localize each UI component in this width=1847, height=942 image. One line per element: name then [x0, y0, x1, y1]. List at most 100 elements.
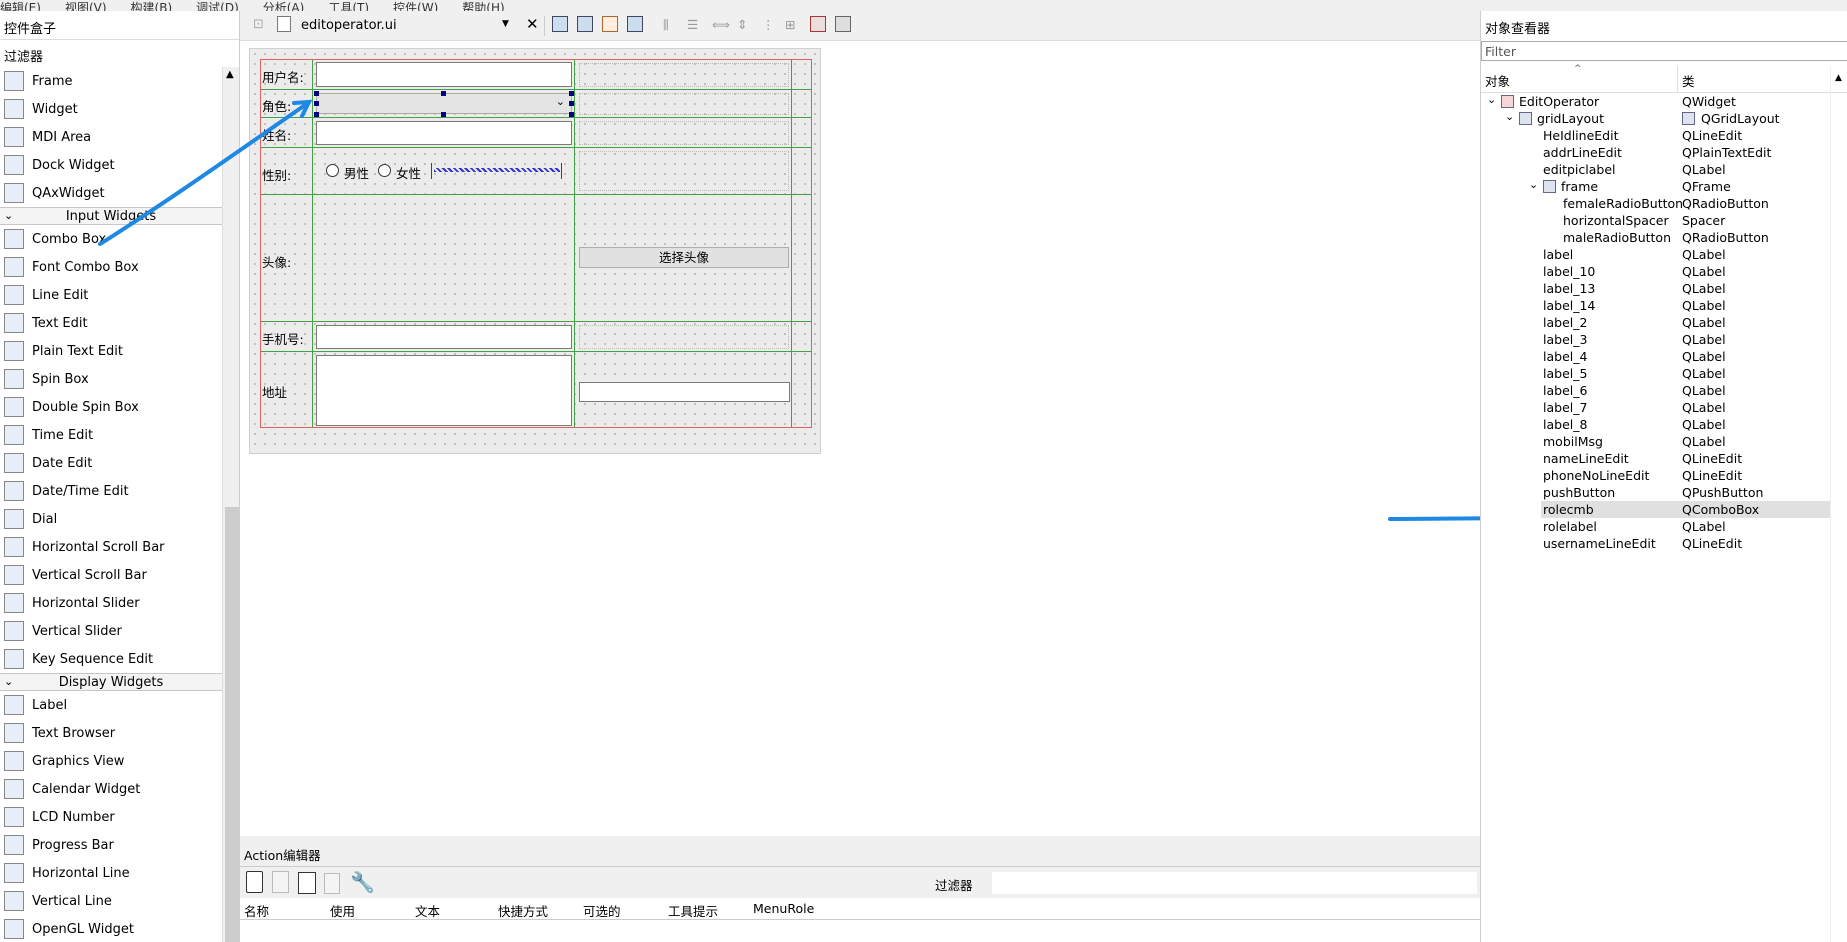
male-radio-button[interactable]	[326, 164, 339, 177]
name-line-edit[interactable]	[316, 121, 572, 145]
menu-item[interactable]: 视图(V)	[65, 2, 107, 11]
widget-item[interactable]: Horizontal Slider	[0, 589, 222, 617]
selection-handle[interactable]	[314, 112, 319, 117]
menu-item[interactable]: 分析(A)	[263, 2, 305, 11]
edit-operator-form[interactable]: 用户名: 角色: ⌄ 姓名: 性别: 男性 女性 头像: 选择头像 手机号: 地…	[249, 48, 821, 454]
layout-grid-icon[interactable]: ⊞	[785, 17, 795, 32]
sort-arrow-icon[interactable]: ^	[1574, 64, 1582, 74]
widget-item[interactable]: Time Edit	[0, 421, 222, 449]
chevron-down-icon[interactable]: ⌄	[4, 675, 13, 688]
widget-item[interactable]: Double Spin Box	[0, 393, 222, 421]
copy-action-icon[interactable]	[272, 871, 289, 893]
delete-action-icon[interactable]	[324, 873, 340, 894]
widget-item[interactable]: Vertical Scroll Bar	[0, 561, 222, 589]
male-radio-label[interactable]: 男性	[344, 163, 369, 182]
widget-item[interactable]: Calendar Widget	[0, 775, 222, 803]
object-tree-row[interactable]: phoneNoLineEdit QLineEdit	[1481, 467, 1830, 484]
widget-item[interactable]: Plain Text Edit	[0, 337, 222, 365]
object-tree-row[interactable]: label_2 QLabel	[1481, 314, 1830, 331]
edit-widgets-icon[interactable]	[552, 16, 568, 32]
selection-handle[interactable]	[314, 91, 319, 96]
selection-handle[interactable]	[441, 112, 446, 117]
new-action-icon[interactable]	[246, 871, 263, 893]
object-tree-row[interactable]: label_4 QLabel	[1481, 348, 1830, 365]
object-tree-row[interactable]: label_8 QLabel	[1481, 416, 1830, 433]
selection-handle[interactable]	[441, 91, 446, 96]
widget-item[interactable]: Vertical Slider	[0, 617, 222, 645]
selection-handle[interactable]	[569, 112, 574, 117]
action-filter-input[interactable]	[992, 872, 1477, 894]
chevron-down-icon[interactable]: ⌄	[4, 209, 13, 222]
object-tree-row[interactable]: nameLineEdit QLineEdit	[1481, 450, 1830, 467]
object-tree-row[interactable]: femaleRadioButton QRadioButton	[1481, 195, 1830, 212]
selection-handle[interactable]	[569, 91, 574, 96]
break-layout-icon[interactable]	[810, 16, 826, 32]
object-tree-row[interactable]: ⌄ gridLayout QGridLayout	[1481, 110, 1830, 127]
widget-item[interactable]: Horizontal Scroll Bar	[0, 533, 222, 561]
action-column-header[interactable]: MenuRole	[753, 901, 814, 916]
object-tree-row[interactable]: ⌄ EditOperator QWidget	[1481, 93, 1830, 110]
widget-item[interactable]: Spin Box	[0, 365, 222, 393]
menu-item[interactable]: 帮助(H)	[462, 2, 504, 11]
layout-v-splitter-icon[interactable]: ⇕	[737, 17, 747, 32]
action-column-header[interactable]: 使用	[330, 901, 355, 920]
widget-item[interactable]: Graphics View	[0, 747, 222, 775]
widget-item[interactable]: Widget	[0, 95, 222, 123]
object-filter-input[interactable]: Filter	[1481, 41, 1847, 61]
object-tree-row[interactable]: label QLabel	[1481, 246, 1830, 263]
chevron-down-icon[interactable]: ⌄	[1487, 93, 1496, 106]
selection-handle[interactable]	[569, 101, 574, 106]
object-tree-row[interactable]: pushButton QPushButton	[1481, 484, 1830, 501]
username-line-edit[interactable]	[316, 62, 572, 87]
adjust-size-icon[interactable]	[835, 16, 851, 32]
paste-action-icon[interactable]	[298, 872, 316, 894]
edit-tab-order-icon[interactable]	[627, 16, 643, 32]
layout-form-icon[interactable]: ⋮	[762, 17, 775, 32]
object-tree-row[interactable]: label_10 QLabel	[1481, 263, 1830, 280]
widget-item[interactable]: Label	[0, 691, 222, 719]
action-column-header[interactable]: 文本	[415, 901, 440, 920]
widget-category-header[interactable]: ⌄ Display Widgets	[0, 673, 222, 691]
menu-item[interactable]: 调试(D)	[196, 2, 239, 11]
object-tree-row[interactable]: horizontalSpacer Spacer	[1481, 212, 1830, 229]
object-tree-row[interactable]: label_7 QLabel	[1481, 399, 1830, 416]
widget-item[interactable]: Vertical Line	[0, 887, 222, 915]
object-tree-row[interactable]: editpiclabel QLabel	[1481, 161, 1830, 178]
chevron-down-icon[interactable]: ▼	[502, 19, 509, 29]
chevron-down-icon[interactable]: ⌄	[1529, 178, 1538, 191]
widget-item[interactable]: Font Combo Box	[0, 253, 222, 281]
action-column-header[interactable]: 名称	[244, 901, 269, 920]
object-tree-row[interactable]: mobilMsg QLabel	[1481, 433, 1830, 450]
widget-list-scrollbar[interactable]: ▲	[222, 67, 239, 942]
address-plain-text-edit[interactable]	[316, 355, 572, 426]
object-tree-row[interactable]: label_13 QLabel	[1481, 280, 1830, 297]
role-combo-box[interactable]: ⌄	[316, 93, 572, 114]
object-tree-row[interactable]: HeIdlineEdit QLineEdit	[1481, 127, 1830, 144]
close-icon[interactable]: ✕	[526, 15, 539, 33]
chevron-down-icon[interactable]: ⌄	[1505, 110, 1514, 123]
menu-item[interactable]: 构建(B)	[131, 2, 173, 11]
widget-item[interactable]: Key Sequence Edit	[0, 645, 222, 673]
widget-item[interactable]: MDI Area	[0, 123, 222, 151]
action-column-header[interactable]: 工具提示	[668, 901, 718, 920]
object-tree-row[interactable]: ⌄ frame QFrame	[1481, 178, 1830, 195]
edit-signals-icon[interactable]	[577, 16, 593, 32]
object-tree-row[interactable]: label_6 QLabel	[1481, 382, 1830, 399]
layout-vertical-icon[interactable]: ☰	[687, 17, 698, 32]
widget-item[interactable]: Horizontal Line	[0, 859, 222, 887]
widget-item[interactable]: Dial	[0, 505, 222, 533]
widget-item[interactable]: OpenGL Widget	[0, 915, 222, 942]
widget-item[interactable]: Frame	[0, 67, 222, 95]
horizontal-spacer[interactable]	[431, 163, 562, 179]
object-tree-row[interactable]: label_3 QLabel	[1481, 331, 1830, 348]
scroll-up-icon[interactable]: ▲	[1835, 73, 1842, 83]
selection-handle[interactable]	[314, 101, 319, 106]
object-tree-row[interactable]: rolecmb QComboBox	[1541, 501, 1830, 518]
scroll-up-icon[interactable]: ▲	[226, 69, 234, 80]
edit-buddies-icon[interactable]	[602, 16, 618, 32]
object-tree-row[interactable]: label_5 QLabel	[1481, 365, 1830, 382]
layout-h-splitter-icon[interactable]: ⟺	[712, 17, 730, 32]
widget-item[interactable]: Progress Bar	[0, 831, 222, 859]
widget-category-header[interactable]: ⌄ Input Widgets	[0, 207, 222, 225]
menu-item[interactable]: 编辑(E)	[0, 2, 41, 11]
